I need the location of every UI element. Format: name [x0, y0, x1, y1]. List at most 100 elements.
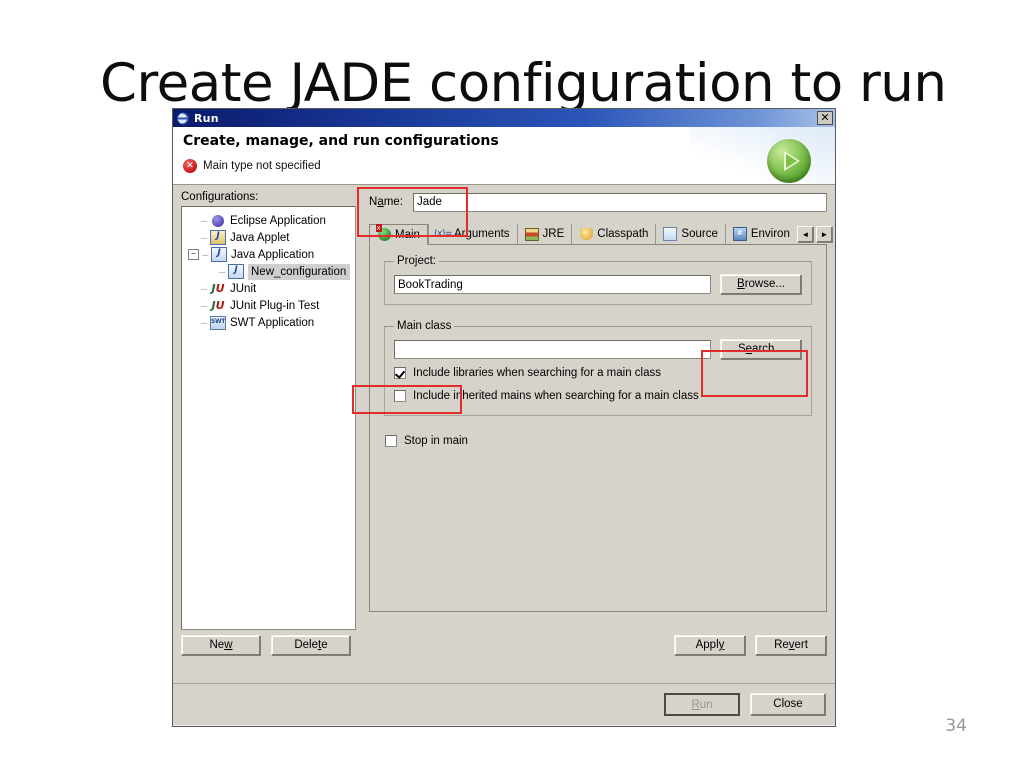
include-libraries-checkbox[interactable] [394, 367, 406, 379]
configuration-editor: Name: Main (x)=Arguments JRE Classpath Sourc… [369, 191, 833, 612]
java-applet-icon: J [210, 230, 226, 245]
tree-item[interactable]: ─ J New_configuration [182, 263, 355, 280]
chevron-left-icon[interactable]: ◄ [796, 226, 814, 243]
validation-message: ✕ Main type not specified [183, 159, 321, 173]
project-group-label: Project: [397, 255, 436, 267]
slide-canvas: Create JADE configuration to run 34 Run … [0, 0, 1024, 768]
project-group: Project: Browse... [384, 255, 812, 305]
green-run-play-icon [767, 139, 811, 183]
slide-title: Create JADE configuration to run [100, 53, 947, 114]
tree-connector: ─ [201, 215, 208, 226]
header-gradient [690, 127, 835, 184]
include-inherited-row[interactable]: Include inherited mains when searching f… [394, 386, 802, 406]
main-tab-icon [375, 224, 391, 241]
name-input[interactable] [413, 192, 827, 212]
tree-connector: ─ [201, 317, 208, 328]
close-button[interactable]: Close [750, 693, 826, 716]
dialog-header: Create, manage, and run configurations ✕… [173, 127, 835, 185]
tree-item[interactable]: ─ JU JUnit [182, 280, 355, 297]
tab-classpath[interactable]: Classpath [571, 224, 656, 244]
tab-label: Main [395, 228, 420, 241]
dialog-footer: Run Close [173, 683, 835, 726]
run-button[interactable]: Run [664, 693, 740, 716]
tree-connector: ─ [201, 232, 208, 243]
validation-message-text: Main type not specified [203, 160, 321, 172]
tab-jre[interactable]: JRE [516, 224, 572, 244]
dialog-body: Configurations: ─ Eclipse Application ─ J Ja… [173, 185, 835, 685]
swt-icon: SWT [209, 315, 227, 330]
tab-label: Classpath [597, 228, 649, 240]
tree-action-buttons: New Delete [181, 635, 356, 656]
eclipse-application-icon [210, 213, 226, 228]
tree-item-label: Java Applet [230, 231, 290, 244]
classpath-tab-icon [579, 228, 593, 241]
main-tab-page: Project: Browse... Main class Search... [369, 244, 827, 612]
junit-plugin-icon: JU [211, 299, 225, 312]
project-input[interactable] [394, 275, 711, 294]
run-dialog: Run ✕ Create, manage, and run configurat… [172, 108, 836, 727]
project-row: Browse... [394, 274, 802, 295]
tab-label: JRE [542, 228, 565, 240]
tree-item-label: Eclipse Application [230, 214, 326, 227]
chevron-right-icon[interactable]: ► [815, 226, 833, 243]
tree-item[interactable]: ─ Eclipse Application [182, 212, 355, 229]
tab-label: Source [681, 228, 718, 240]
browse-button[interactable]: Browse... [720, 274, 802, 295]
tree-item[interactable]: − ─ J Java Application [182, 246, 355, 263]
tree-connector: ─ [201, 300, 208, 311]
tab-arguments[interactable]: (x)= Arguments [427, 224, 517, 244]
main-class-input[interactable] [394, 340, 711, 359]
delete-button[interactable]: Delete [271, 635, 351, 656]
apply-revert-buttons: Apply Revert [674, 635, 827, 656]
tab-source[interactable]: Source [655, 224, 725, 244]
stop-in-main-row[interactable]: Stop in main [385, 431, 814, 451]
java-application-icon: J [228, 264, 244, 279]
dialog-titlebar: Run ✕ [173, 109, 835, 127]
tree-item[interactable]: ─ JU JUnit Plug-in Test [182, 297, 355, 314]
close-icon[interactable]: ✕ [817, 111, 833, 125]
new-button[interactable]: New [181, 635, 261, 656]
tab-bar: Main (x)=Arguments JRE Classpath Source #Envi… [369, 223, 833, 245]
revert-button[interactable]: Revert [755, 635, 827, 656]
name-label: Name: [369, 196, 403, 208]
eclipse-run-icon [176, 112, 190, 125]
include-libraries-row[interactable]: Include libraries when searching for a m… [394, 363, 802, 383]
page-number: 34 [945, 716, 967, 736]
main-class-row: Search... [394, 339, 802, 360]
jre-tab-icon [524, 227, 539, 241]
tree-item-label: JUnit [230, 282, 257, 295]
tree-item[interactable]: ─ J Java Applet [182, 229, 355, 246]
dialog-heading: Create, manage, and run configurations [183, 133, 499, 149]
collapse-icon[interactable]: − [188, 249, 199, 260]
configurations-tree[interactable]: ─ Eclipse Application ─ J Java Applet − ─ J Java… [181, 206, 356, 630]
apply-button[interactable]: Apply [674, 635, 746, 656]
configurations-panel: Configurations: ─ Eclipse Application ─ J Ja… [181, 191, 356, 630]
tab-environ[interactable]: # Environ [724, 224, 797, 244]
include-inherited-checkbox[interactable] [394, 390, 406, 402]
main-class-group-label: Main class [397, 320, 452, 332]
footer-buttons: Run Close [664, 693, 826, 716]
tree-connector: ─ [202, 249, 209, 260]
tree-item[interactable]: ─ SWT SWT Application [182, 314, 355, 331]
tree-item-label: Java Application [231, 248, 315, 261]
stop-in-main-checkbox[interactable] [385, 435, 397, 447]
environment-tab-icon: # [732, 227, 747, 241]
tree-connector: ─ [201, 283, 208, 294]
arguments-tab-icon: (x)= [434, 229, 452, 239]
tree-item-label: SWT Application [230, 316, 315, 329]
junit-icon: JU [211, 282, 225, 295]
tab-label: Environ [750, 228, 790, 240]
include-inherited-label: Include inherited mains when searching f… [413, 390, 699, 402]
tab-main[interactable]: Main [369, 224, 428, 245]
tree-item-label: JUnit Plug-in Test [230, 299, 320, 312]
search-button[interactable]: Search... [720, 339, 802, 360]
java-application-icon: J [211, 247, 227, 262]
tab-scroll-arrows: ◄ ► [796, 225, 833, 244]
play-triangle-inner [785, 154, 797, 168]
dialog-title: Run [194, 111, 219, 125]
stop-in-main-label: Stop in main [404, 435, 468, 447]
tab-label: Arguments [453, 228, 510, 240]
error-icon: ✕ [183, 159, 197, 173]
configurations-label: Configurations: [181, 191, 259, 203]
tree-connector: ─ [219, 266, 226, 277]
